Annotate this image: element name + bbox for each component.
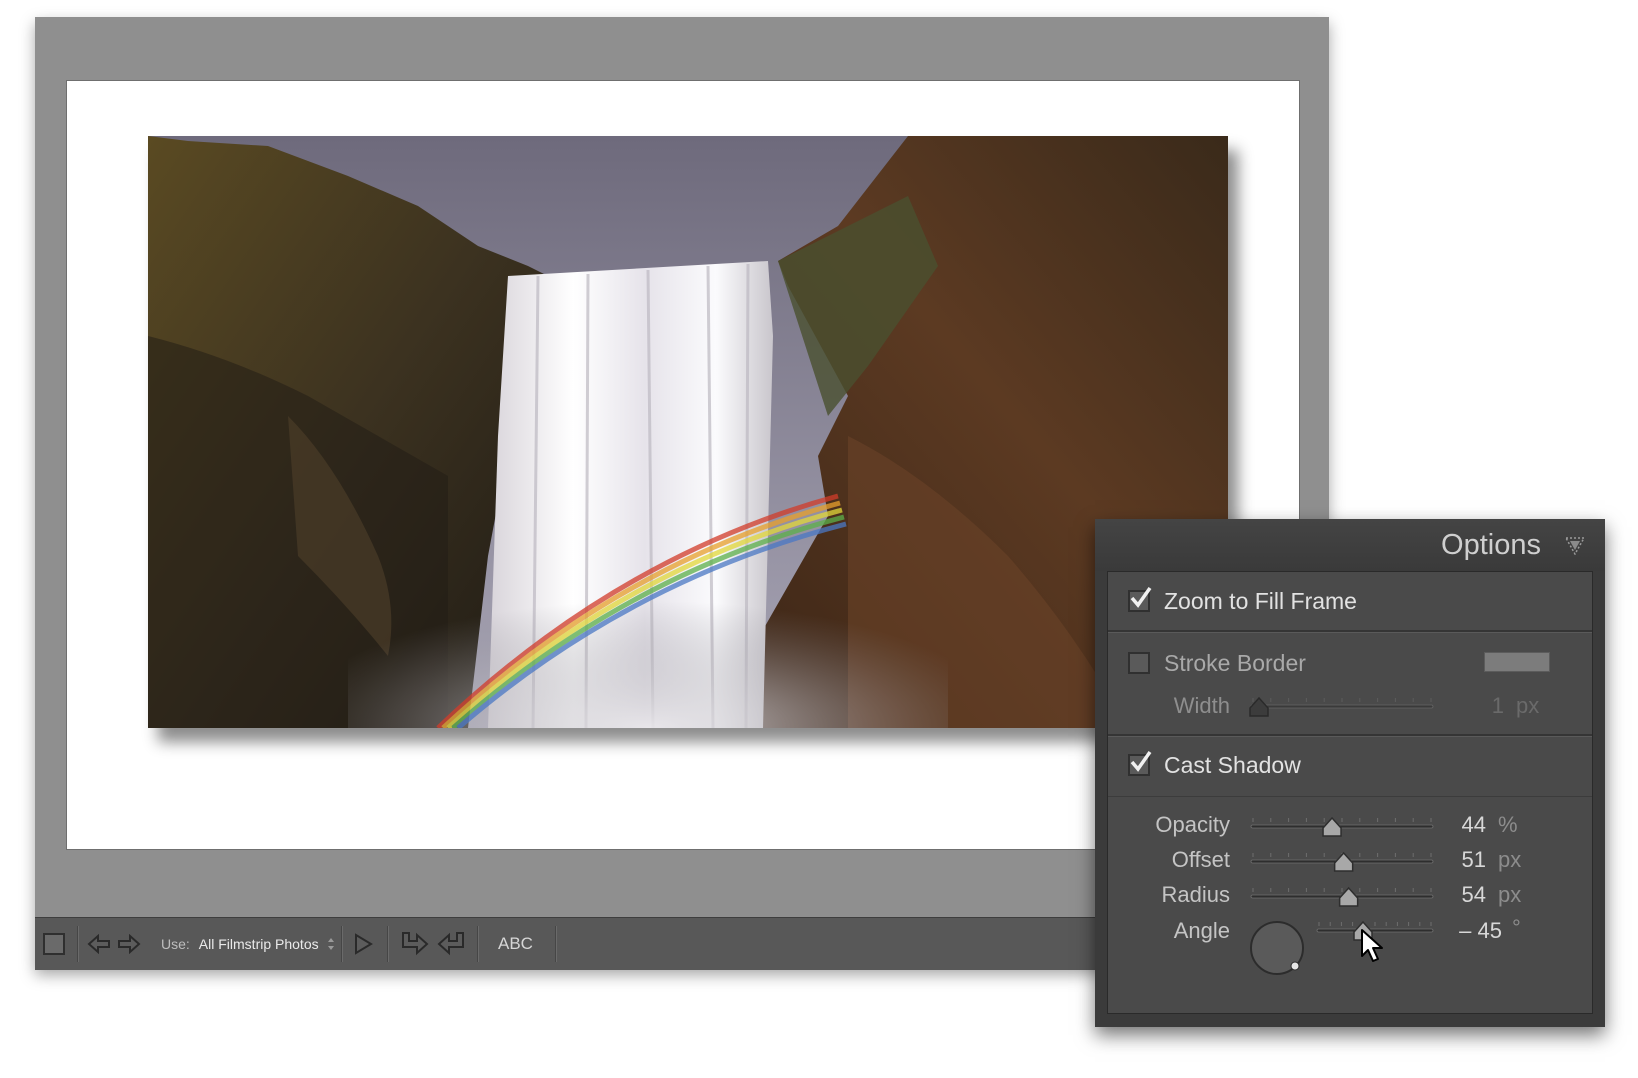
slider-graphic — [1250, 816, 1434, 837]
angle-unit: ° — [1512, 915, 1521, 940]
arrow-right-icon — [118, 934, 141, 954]
abc-label: ABC — [498, 934, 533, 953]
slider-graphic — [1249, 696, 1434, 717]
offset-slider[interactable] — [1249, 849, 1435, 873]
offset-label: Offset — [1171, 847, 1230, 872]
toolbar-divider — [77, 926, 78, 962]
radius-value[interactable]: 54 — [1426, 882, 1486, 908]
angle-dial[interactable] — [1249, 920, 1305, 976]
next-button[interactable] — [117, 918, 141, 970]
section-divider — [1108, 734, 1592, 737]
width-slider[interactable] — [1249, 694, 1435, 718]
radius-slider[interactable] — [1249, 884, 1435, 908]
use-selector[interactable]: Use: All Filmstrip Photos — [161, 918, 335, 970]
zoom-to-fill-label[interactable]: Zoom to Fill Frame — [1164, 588, 1357, 615]
opacity-unit: % — [1498, 812, 1518, 837]
checkmark-icon — [1130, 750, 1152, 772]
play-icon — [355, 933, 373, 955]
arrow-left-icon — [87, 934, 110, 954]
offset-value[interactable]: 51 — [1426, 847, 1486, 873]
zoom-to-fill-checkbox[interactable] — [1128, 586, 1152, 612]
updown-icon — [327, 938, 334, 950]
mouse-pointer-icon — [1361, 929, 1383, 962]
toolbar-divider — [477, 926, 478, 962]
toolbar-divider — [555, 926, 556, 962]
radius-unit: px — [1498, 882, 1522, 907]
toolbar-divider — [341, 926, 342, 962]
rotate-left-button[interactable] — [437, 918, 467, 970]
options-panel: Options Zoom to Fill Frame Stroke Border… — [1095, 519, 1605, 1027]
slider-thumb — [1333, 851, 1354, 872]
angle-value[interactable]: – 45 — [1432, 918, 1502, 944]
width-label: Width — [1173, 693, 1230, 718]
offset-unit: px — [1498, 847, 1522, 872]
waterfall-photo[interactable] — [148, 136, 1228, 728]
use-value: All Filmstrip Photos — [198, 936, 319, 952]
angle-label: Angle — [1173, 918, 1230, 943]
radius-label: Radius — [1161, 882, 1230, 907]
stroke-border-checkbox[interactable] — [1128, 652, 1150, 674]
slider-track — [1250, 824, 1434, 829]
slider-thumb — [1322, 816, 1342, 837]
slider-track — [1250, 704, 1434, 709]
cast-shadow-checkbox[interactable] — [1128, 750, 1152, 776]
collapse-triangle-icon[interactable] — [1565, 537, 1585, 555]
checkmark-icon — [1130, 586, 1152, 608]
width-unit: px — [1516, 693, 1540, 718]
options-panel-header[interactable]: Options — [1095, 519, 1605, 571]
use-label: Use: — [161, 936, 190, 952]
width-value[interactable]: 1 — [1444, 693, 1504, 719]
toolbar-divider — [387, 926, 388, 962]
cast-shadow-label[interactable]: Cast Shadow — [1164, 752, 1301, 779]
rotate-right-button[interactable] — [399, 918, 429, 970]
rotate-right-icon — [402, 932, 429, 956]
section-divider — [1108, 630, 1592, 633]
square-icon — [43, 933, 65, 955]
rotate-left-icon — [437, 932, 464, 956]
section-divider — [1108, 796, 1592, 797]
previous-button[interactable] — [87, 918, 111, 970]
stroke-border-label[interactable]: Stroke Border — [1164, 650, 1306, 677]
opacity-slider[interactable] — [1249, 814, 1435, 838]
text-overlay-button[interactable]: ABC — [498, 918, 533, 970]
stroke-color-swatch[interactable] — [1484, 652, 1550, 672]
view-toggle-button[interactable] — [43, 918, 65, 970]
slider-graphic — [1250, 851, 1434, 872]
opacity-value[interactable]: 44 — [1426, 812, 1486, 838]
panel-title: Options — [1441, 529, 1541, 561]
play-button[interactable] — [353, 918, 373, 970]
options-panel-body: Zoom to Fill Frame Stroke Border Width 1… — [1107, 571, 1593, 1014]
opacity-label: Opacity — [1155, 812, 1230, 837]
slider-graphic — [1250, 886, 1434, 907]
